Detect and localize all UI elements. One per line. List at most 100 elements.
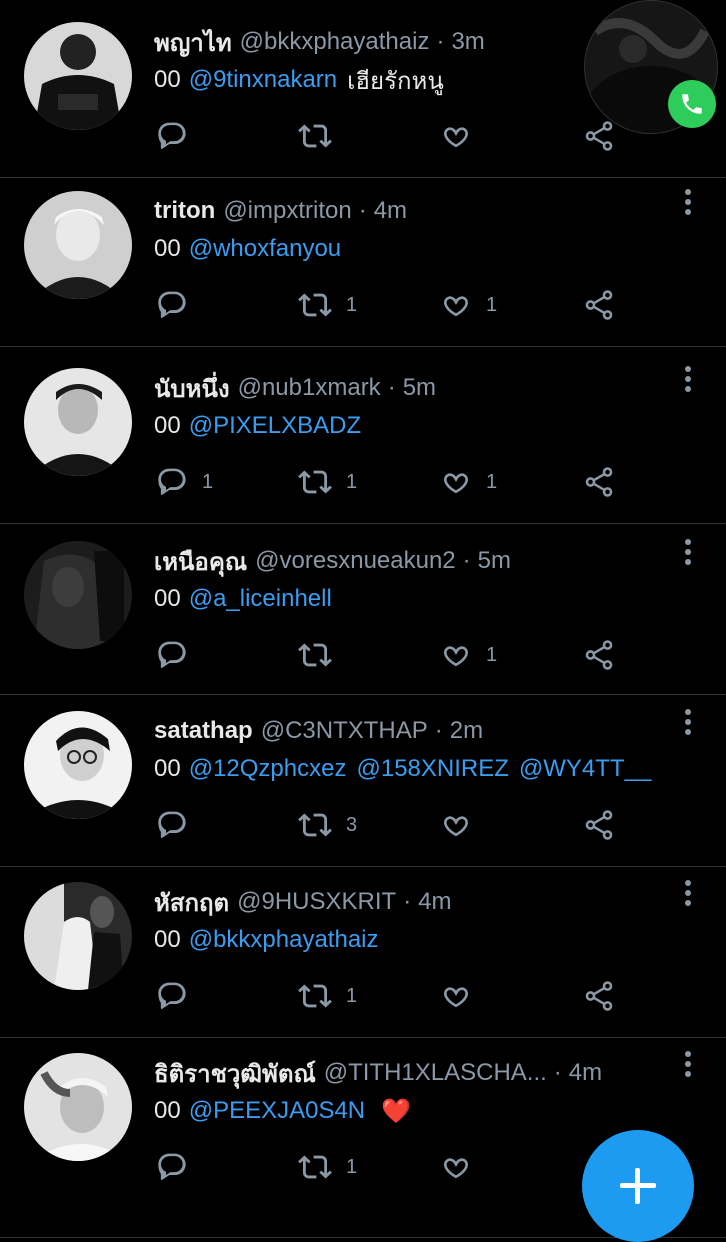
like-button[interactable] — [440, 116, 472, 156]
retweet-button[interactable] — [298, 116, 332, 156]
timestamp[interactable]: 2m — [450, 717, 483, 745]
tweet-header: ธิติราชวุฒิพัตณ์ @TITH1XLASCHA... · 4m — [154, 1053, 602, 1093]
user-handle[interactable]: @impxtriton — [223, 197, 351, 225]
reply-icon — [158, 641, 186, 668]
mention-link[interactable]: @a_liceinhell — [189, 585, 332, 613]
mention-link[interactable]: @bkkxphayathaiz — [189, 926, 379, 954]
tweet-text-prefix: 00 — [154, 412, 181, 439]
reply-button[interactable] — [156, 976, 188, 1016]
display-name[interactable]: ธิติราชวุฒิพัตณ์ — [154, 1054, 316, 1093]
retweet-icon — [298, 643, 332, 667]
tweet-item[interactable]: satathap @C3NTXTHAP · 2m 00 @12Qzphcxez @158XN… — [0, 694, 726, 867]
mention-link[interactable]: @PEEXJA0S4N — [189, 1097, 365, 1125]
mention-link[interactable]: @PIXELXBADZ — [189, 412, 361, 440]
display-name[interactable]: พญาไท — [154, 23, 232, 62]
avatar-person-dark — [24, 368, 132, 476]
separator-dot: · — [358, 197, 367, 224]
reply-button[interactable] — [156, 116, 188, 156]
avatar[interactable] — [24, 1053, 132, 1161]
mention-link[interactable]: @158XNIREZ — [356, 755, 508, 783]
user-handle[interactable]: @voresxnueakun2 — [255, 547, 455, 575]
reply-button[interactable] — [156, 1147, 188, 1187]
tweet-item[interactable]: หัสกฤต @9HUSXKRIT · 4m 00 @bkkxphayathaiz 1 — [0, 866, 726, 1038]
avatar[interactable] — [24, 22, 132, 130]
mention-link[interactable]: @WY4TT__ — [519, 755, 651, 783]
like-button[interactable]: 1 — [440, 285, 497, 325]
timestamp[interactable]: 4m — [418, 888, 451, 916]
tweet-text-prefix: 00 — [154, 1097, 181, 1124]
more-vertical-icon[interactable] — [684, 1051, 692, 1081]
more-vertical-icon[interactable] — [684, 539, 692, 569]
more-vertical-icon[interactable] — [684, 189, 692, 219]
timestamp[interactable]: 3m — [451, 28, 484, 56]
tweet-actions: 1 — [154, 976, 634, 1016]
retweet-button[interactable]: 1 — [298, 462, 357, 502]
avatar[interactable] — [24, 541, 132, 649]
user-handle[interactable]: @C3NTXTHAP — [261, 717, 428, 745]
tweet-item[interactable]: triton @impxtriton · 4m 00 @whoxfanyou 1 1 — [0, 177, 726, 347]
timestamp[interactable]: 5m — [403, 374, 436, 402]
mention-link[interactable]: @9tinxnakarn — [189, 66, 337, 94]
retweet-count: 1 — [346, 293, 358, 316]
like-button[interactable] — [440, 1147, 472, 1187]
tweet-item[interactable]: นับหนึ่ง @nub1xmark · 5m 00 @PIXELXBADZ 1 1 1 — [0, 346, 726, 524]
reply-button[interactable]: 1 — [156, 462, 213, 502]
like-button[interactable] — [440, 976, 472, 1016]
user-handle[interactable]: @TITH1XLASCHA... — [324, 1059, 547, 1087]
more-vertical-icon[interactable] — [684, 709, 692, 739]
user-handle[interactable]: @nub1xmark — [238, 374, 381, 402]
tweet-body: 00 @bkkxphayathaiz — [154, 920, 389, 960]
mention-link[interactable]: @12Qzphcxez — [189, 755, 347, 783]
timestamp[interactable]: 5m — [478, 547, 511, 575]
reply-button[interactable] — [156, 805, 188, 845]
retweet-button[interactable]: 1 — [298, 976, 357, 1016]
tweet-item[interactable]: เหนือคุณ @voresxnueakun2 · 5m 00 @a_liceinhel… — [0, 523, 726, 695]
separator-dot: · — [403, 888, 412, 915]
retweet-button[interactable] — [298, 635, 332, 675]
tweet-header: เหนือคุณ @voresxnueakun2 · 5m — [154, 541, 511, 581]
share-button[interactable] — [582, 285, 616, 325]
timestamp[interactable]: 4m — [374, 197, 407, 225]
share-button[interactable] — [582, 462, 616, 502]
display-name[interactable]: เหนือคุณ — [154, 542, 247, 581]
share-button[interactable] — [582, 976, 616, 1016]
phone-icon — [682, 94, 702, 114]
timestamp[interactable]: 4m — [569, 1059, 602, 1087]
share-button[interactable] — [582, 635, 616, 675]
like-button[interactable]: 1 — [440, 462, 497, 502]
avatar[interactable] — [24, 368, 132, 476]
share-icon — [585, 290, 613, 320]
avatar[interactable] — [24, 191, 132, 299]
display-name[interactable]: หัสกฤต — [154, 883, 229, 922]
compose-tweet-button[interactable] — [582, 1130, 694, 1242]
mention-link[interactable]: @whoxfanyou — [189, 235, 341, 263]
avatar-person-black-tee — [24, 22, 132, 130]
reply-icon — [158, 291, 186, 318]
avatar-person-glasses — [24, 711, 132, 819]
share-button[interactable] — [582, 805, 616, 845]
avatar[interactable] — [24, 711, 132, 819]
avatar[interactable] — [24, 882, 132, 990]
like-button[interactable] — [440, 805, 472, 845]
more-vertical-icon[interactable] — [684, 880, 692, 910]
retweet-button[interactable]: 1 — [298, 285, 357, 325]
call-button[interactable] — [668, 80, 716, 128]
share-icon — [585, 981, 613, 1011]
display-name[interactable]: satathap — [154, 717, 253, 745]
retweet-button[interactable]: 3 — [298, 805, 357, 845]
display-name[interactable]: triton — [154, 197, 215, 225]
reply-icon — [158, 122, 186, 149]
like-button[interactable]: 1 — [440, 635, 497, 675]
heart-icon — [444, 473, 468, 494]
retweet-icon — [298, 813, 332, 837]
share-button[interactable] — [582, 116, 616, 156]
user-handle[interactable]: @bkkxphayathaiz — [240, 28, 430, 56]
retweet-button[interactable]: 1 — [298, 1147, 357, 1187]
reply-button[interactable] — [156, 285, 188, 325]
user-handle[interactable]: @9HUSXKRIT — [237, 888, 396, 916]
tweet-header: พญาไท @bkkxphayathaiz · 3m — [154, 22, 485, 62]
reply-button[interactable] — [156, 635, 188, 675]
display-name[interactable]: นับหนึ่ง — [154, 369, 230, 408]
more-vertical-icon[interactable] — [684, 366, 692, 396]
heart-icon — [444, 1158, 468, 1179]
